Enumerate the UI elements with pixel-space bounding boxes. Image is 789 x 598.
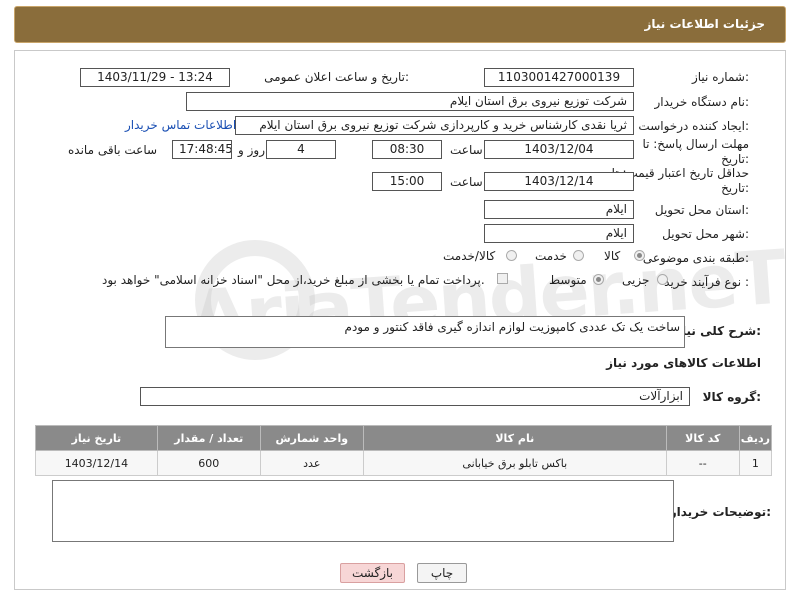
- category-option-both: کالا/خدمت: [443, 249, 496, 263]
- province-field: ایلام: [484, 200, 634, 219]
- deadline-time-label: ساعت: [450, 143, 483, 157]
- requester-field: ثریا نقدی کارشناس خرید و کارپردازی شرکت …: [235, 116, 634, 135]
- print-button[interactable]: چاپ: [417, 563, 467, 583]
- buyer-notes-label: توضیحات خریدار:: [669, 505, 771, 519]
- goods-group-label: گروه کالا:: [702, 390, 761, 404]
- city-label: شهر محل تحویل:: [662, 227, 749, 241]
- deadline-label: مهلت ارسال پاسخ: تا تاریخ:: [642, 137, 749, 166]
- province-label: استان محل تحویل:: [654, 203, 749, 217]
- validity-time-label: ساعت: [450, 175, 483, 189]
- category-label: طبقه بندی موضوعی:: [642, 251, 749, 265]
- buyer-org-field: شرکت توزیع نیروی برق استان ایلام: [186, 92, 634, 111]
- deadline-date-field: 1403/12/04: [484, 140, 634, 159]
- cell-unit: عدد: [259, 450, 364, 476]
- treasury-payment-note: پرداخت تمام یا بخشی از مبلغ خرید،از محل …: [102, 273, 485, 287]
- cell-code: --: [665, 450, 740, 476]
- days-field: 4: [266, 140, 336, 159]
- category-option-goods: کالا: [604, 249, 621, 263]
- goods-group-field: ابزارآلات: [140, 387, 690, 406]
- col-need-date: تاریخ نیاز: [35, 425, 158, 451]
- process-label: نوع فرآیند خرید :: [664, 275, 749, 289]
- col-row: ردیف: [738, 425, 773, 451]
- city-field: ایلام: [484, 224, 634, 243]
- description-label: شرح کلی نیاز:: [675, 324, 761, 338]
- need-number-field: 1103001427000139: [484, 68, 634, 87]
- category-option-service: خدمت: [535, 249, 567, 263]
- description-box: ساخت یک تک عددی کامپوزیت لوازم اندازه گی…: [165, 316, 685, 348]
- cell-row: 1: [738, 450, 773, 476]
- back-button[interactable]: بازگشت: [340, 563, 405, 583]
- page-header: جزئیات اطلاعات نیاز: [14, 6, 786, 43]
- announce-field: 1403/11/29 - 13:24: [80, 68, 230, 87]
- col-code: کد کالا: [665, 425, 740, 451]
- col-quantity: تعداد / مقدار: [156, 425, 261, 451]
- announce-label: تاریخ و ساعت اعلان عمومی:: [264, 70, 409, 84]
- days-label: روز و: [238, 143, 265, 157]
- category-radio-service[interactable]: [573, 250, 584, 261]
- buyer-notes-box[interactable]: [52, 480, 674, 542]
- col-unit: واحد شمارش: [259, 425, 364, 451]
- category-radio-both[interactable]: [506, 250, 517, 261]
- buyer-contact-link[interactable]: اطلاعات تماس خریدار: [125, 118, 236, 132]
- description-text: ساخت یک تک عددی کامپوزیت لوازم اندازه گی…: [344, 320, 680, 334]
- process-option-minor: جزیی: [622, 273, 650, 287]
- category-radio-goods[interactable]: [634, 250, 645, 261]
- treasury-payment-checkbox[interactable]: [497, 273, 508, 284]
- cell-quantity: 600: [156, 450, 261, 476]
- goods-table-header: ردیف کد کالا نام کالا واحد شمارش تعداد /…: [35, 425, 773, 451]
- cell-name: باکس تابلو برق خیابانی: [362, 450, 667, 476]
- buyer-org-label: نام دستگاه خریدار:: [654, 95, 750, 109]
- need-number-label: شماره نیاز:: [691, 70, 749, 84]
- table-row: 1 -- باکس تابلو برق خیابانی عدد 600 1403…: [35, 450, 773, 476]
- goods-info-title: اطلاعات کالاهای مورد نیاز: [606, 356, 761, 370]
- deadline-time-field: 08:30: [372, 140, 442, 159]
- validity-date-field: 1403/12/14: [484, 172, 634, 191]
- validity-time-field: 15:00: [372, 172, 442, 191]
- col-name: نام کالا: [362, 425, 667, 451]
- page-title: جزئیات اطلاعات نیاز: [644, 17, 765, 31]
- process-radio-minor[interactable]: [657, 274, 668, 285]
- remaining-time-field: 17:48:45: [172, 140, 232, 159]
- requester-label: ایجاد کننده درخواست:: [638, 119, 749, 133]
- process-radio-medium[interactable]: [593, 274, 604, 285]
- goods-table: ردیف کد کالا نام کالا واحد شمارش تعداد /…: [35, 425, 773, 476]
- cell-need-date: 1403/12/14: [35, 450, 158, 476]
- process-option-medium: متوسط: [549, 273, 587, 287]
- remaining-label: ساعت باقی مانده: [68, 143, 158, 157]
